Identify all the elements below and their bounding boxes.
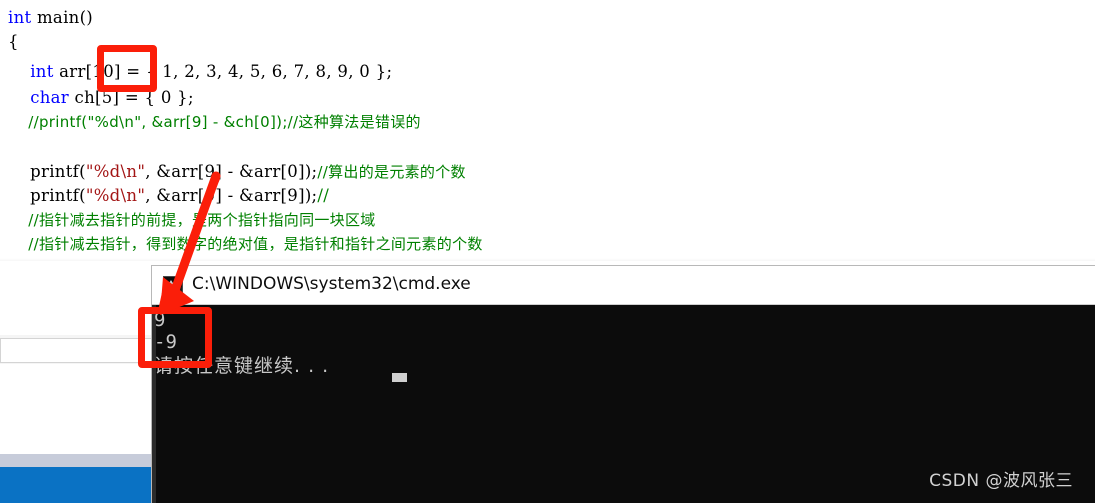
code-token: //算出的是元素的个数 bbox=[317, 163, 466, 181]
console-app-icon bbox=[163, 276, 183, 295]
code-token: { bbox=[8, 32, 19, 51]
annotation-box-array-declaration bbox=[97, 45, 157, 92]
console-window-title: C:\WINDOWS\system32\cmd.exe bbox=[192, 274, 471, 294]
code-token: "%d\n" bbox=[85, 162, 146, 181]
editor-bottom-edge bbox=[0, 258, 1095, 261]
code-token: int bbox=[30, 62, 54, 81]
console-window[interactable]: C:\WINDOWS\system32\cmd.exe 9 -9 请按任意键继续. … bbox=[152, 266, 1095, 503]
code-line: printf("%d\n", &arr[0] - &arr[9]);// bbox=[8, 186, 329, 205]
code-token: int bbox=[8, 8, 32, 27]
code-token: , &arr[9] - &arr[0]); bbox=[145, 162, 318, 181]
code-token: printf( bbox=[8, 186, 86, 205]
console-titlebar[interactable]: C:\WINDOWS\system32\cmd.exe bbox=[152, 266, 1095, 305]
csdn-watermark: CSDN @波风张三 bbox=[929, 471, 1073, 491]
code-token: main() bbox=[31, 8, 94, 27]
code-token: //printf("%d\n", &arr[9] - &ch[0]);//这种算… bbox=[8, 113, 421, 131]
code-token: printf( bbox=[8, 162, 86, 181]
code-line: //指针减去指针，得到数字的绝对值，是指针和指针之间元素的个数 bbox=[8, 234, 483, 254]
code-token: "%d\n" bbox=[85, 186, 146, 205]
code-token: , &arr[0] - &arr[9]); bbox=[145, 186, 318, 205]
annotation-box-console-output bbox=[138, 307, 212, 368]
code-token: // bbox=[317, 186, 330, 205]
desktop-gray-band bbox=[0, 454, 155, 467]
code-token: //指针减去指针的前提，是两个指针指向同一块区域 bbox=[8, 211, 376, 229]
editor-output-panel bbox=[0, 364, 155, 468]
console-cursor-block bbox=[392, 373, 407, 382]
code-editor-pane[interactable]: int main() { int arr[10] = { 1, 2, 3, 4, … bbox=[0, 0, 1095, 261]
code-line: int arr[10] = { 1, 2, 3, 4, 5, 6, 7, 8, … bbox=[8, 62, 392, 81]
desktop-taskbar[interactable] bbox=[0, 467, 155, 503]
code-line: //指针减去指针的前提，是两个指针指向同一块区域 bbox=[8, 210, 376, 230]
editor-find-input[interactable] bbox=[0, 338, 152, 363]
code-line: { bbox=[8, 32, 19, 51]
code-line: printf("%d\n", &arr[9] - &arr[0]);//算出的是… bbox=[8, 162, 466, 182]
code-line: int main() bbox=[8, 8, 93, 27]
screenshot-root: int main() { int arr[10] = { 1, 2, 3, 4, … bbox=[0, 0, 1095, 503]
code-token: //指针减去指针，得到数字的绝对值，是指针和指针之间元素的个数 bbox=[8, 235, 483, 253]
code-line: //printf("%d\n", &arr[9] - &ch[0]);//这种算… bbox=[8, 112, 421, 132]
code-token: char bbox=[30, 88, 69, 107]
